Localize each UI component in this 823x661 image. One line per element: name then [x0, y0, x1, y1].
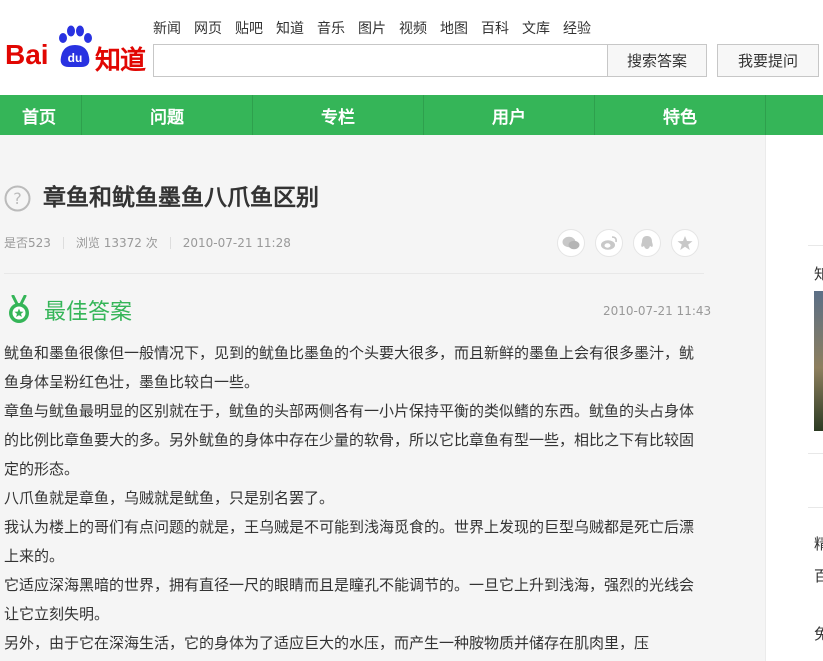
sidebar-divider — [808, 507, 823, 508]
meta-separator — [62, 236, 64, 249]
header: Bai du 知道 新闻 网页 贴吧 知道 音乐 图片 视频 地图 百科 文库 … — [0, 0, 823, 95]
qq-share-button[interactable] — [633, 229, 661, 257]
ask-question-button[interactable]: 我要提问 — [717, 44, 819, 77]
wechat-share-button[interactable] — [557, 229, 585, 257]
topnav-item[interactable]: 图片 — [358, 21, 386, 37]
answer-paragraph: 它适应深海黑暗的世界，拥有直径一尺的眼睛而且是瞳孔不能调节的。一旦它上升到浅海，… — [4, 576, 695, 623]
section-divider — [4, 273, 704, 274]
question-meta: 是否523 浏览 13372 次 2010-07-21 11:28 — [4, 234, 291, 251]
question-time: 2010-07-21 11:28 — [182, 235, 291, 250]
topnav-item[interactable]: 知道 — [276, 21, 304, 37]
topnav-item[interactable]: 文库 — [522, 21, 550, 37]
sidebar-divider — [808, 453, 823, 454]
topnav-item[interactable]: 百科 — [481, 21, 509, 37]
search-input[interactable] — [153, 44, 608, 77]
answer-paragraph: 八爪鱼就是章鱼，乌贼就是鱿鱼，只是别名罢了。 — [4, 489, 335, 507]
wechat-icon — [562, 236, 580, 250]
nav-features[interactable]: 特色 — [595, 95, 766, 135]
best-answer-content: 鱿鱼和墨鱼很像但一般情况下，见到的鱿鱼比墨鱼的个头要大很多，而且新鲜的墨鱼上会有… — [4, 339, 697, 658]
question-author[interactable]: 是否523 — [4, 234, 51, 251]
weibo-icon — [601, 236, 617, 250]
question-panel: ? 章鱼和鱿鱼墨鱼八爪鱼区别 是否523 浏览 13372 次 2010-07-… — [0, 135, 711, 661]
star-icon — [677, 236, 693, 250]
topnav-item[interactable]: 新闻 — [153, 21, 181, 37]
meta-separator — [169, 236, 171, 249]
baidu-zhidao-logo[interactable]: Bai du 知道 — [5, 25, 146, 76]
topnav-item[interactable]: 视频 — [399, 21, 427, 37]
top-nav: 新闻 网页 贴吧 知道 音乐 图片 视频 地图 百科 文库 经验 — [153, 21, 604, 37]
nav-home[interactable]: 首页 — [0, 95, 82, 135]
favorite-button[interactable] — [671, 229, 699, 257]
sidebar-link-fragment[interactable]: 百 — [814, 565, 823, 586]
sidebar-heading-fragment: 知 — [814, 263, 823, 284]
qq-icon — [641, 236, 653, 249]
nav-questions[interactable]: 问题 — [82, 95, 253, 135]
sidebar-image[interactable] — [814, 291, 823, 431]
topnav-item[interactable]: 音乐 — [317, 21, 345, 37]
svg-text:?: ? — [13, 189, 22, 208]
question-title: 章鱼和鱿鱼墨鱼八爪鱼区别 — [43, 185, 319, 211]
medal-icon — [9, 295, 29, 323]
main-nav: 首页 问题 专栏 用户 特色 — [0, 95, 823, 135]
sidebar-divider — [808, 245, 823, 246]
nav-users[interactable]: 用户 — [424, 95, 595, 135]
right-sidebar: 知 精 百 免 — [765, 135, 823, 661]
answer-paragraph: 另外，由于它在深海生活，它的身体为了适应巨大的水压，而产生一种胺物质并储存在肌肉… — [4, 634, 650, 652]
answer-paragraph: 我认为楼上的哥们有点问题的就是，王乌贼是不可能到浅海觅食的。世界上发现的巨型乌贼… — [4, 518, 695, 565]
answer-paragraph: 章鱼与鱿鱼最明显的区别就在于，鱿鱼的头部两侧各有一小片保持平衡的类似鳍的东西。鱿… — [4, 402, 695, 478]
question-mark-icon: ? — [4, 185, 31, 212]
topnav-item[interactable]: 网页 — [194, 21, 222, 37]
logo-bai: Bai — [5, 39, 49, 70]
question-views: 浏览 13372 次 — [75, 236, 158, 250]
topnav-item[interactable]: 贴吧 — [235, 21, 263, 37]
sidebar-heading-fragment: 精 — [814, 533, 823, 554]
share-bar — [557, 229, 699, 257]
topnav-item[interactable]: 经验 — [563, 21, 591, 37]
answer-paragraph: 鱿鱼和墨鱼很像但一般情况下，见到的鱿鱼比墨鱼的个头要大很多，而且新鲜的墨鱼上会有… — [4, 344, 695, 391]
paw-icon: du — [59, 25, 92, 67]
logo-zhidao: 知道 — [95, 46, 146, 76]
sidebar-link-fragment[interactable]: 免 — [814, 623, 823, 644]
search-answer-button[interactable]: 搜索答案 — [607, 44, 707, 77]
topnav-item[interactable]: 地图 — [440, 21, 468, 37]
nav-columns[interactable]: 专栏 — [253, 95, 424, 135]
weibo-share-button[interactable] — [595, 229, 623, 257]
logo-du: du — [68, 51, 83, 65]
best-answer-label: 最佳答案 — [44, 300, 133, 325]
best-answer-time: 2010-07-21 11:43 — [603, 304, 712, 318]
